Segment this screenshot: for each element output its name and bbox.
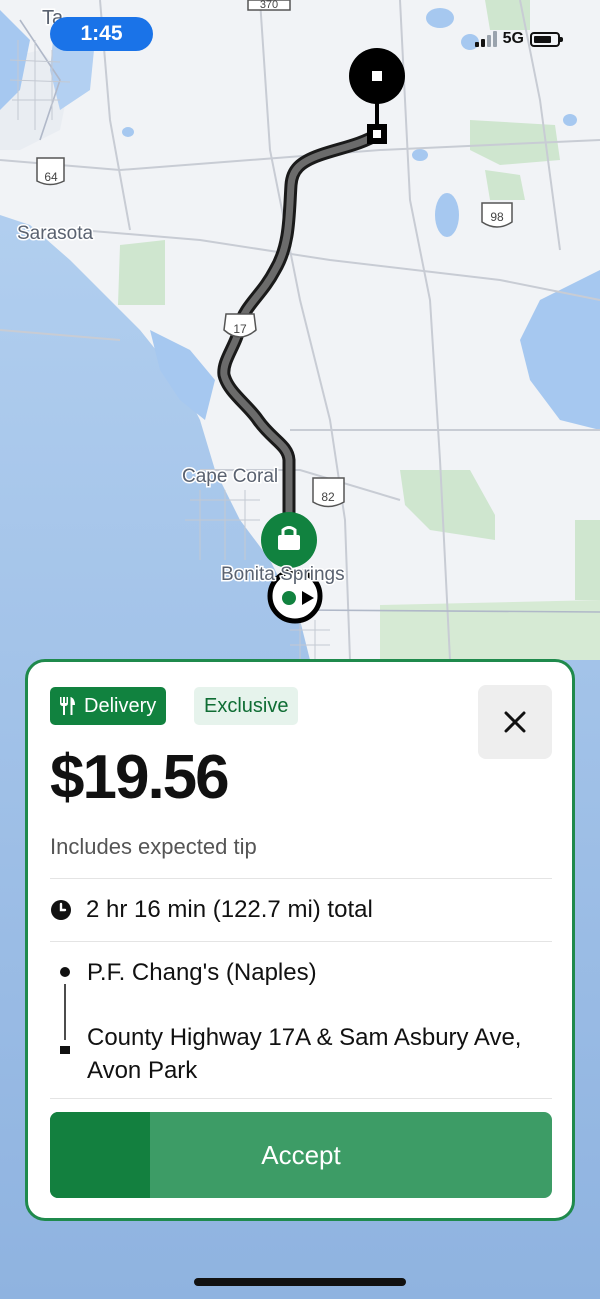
pickup-location: P.F. Chang's (Naples) bbox=[87, 959, 317, 986]
exclusive-tag: Exclusive bbox=[194, 687, 299, 725]
label-bonita-springs: Bonita Springs bbox=[221, 564, 345, 585]
divider bbox=[50, 941, 552, 942]
offer-card: Delivery Exclusive $19.56 Includes expec… bbox=[25, 659, 575, 1221]
shield-sr98-label: 98 bbox=[490, 210, 504, 224]
shield-sr98: 98 bbox=[481, 202, 513, 228]
shield-us17-label: 17 bbox=[233, 322, 247, 336]
delivery-tag: Delivery bbox=[50, 687, 167, 725]
battery-icon bbox=[530, 31, 563, 47]
clock-icon bbox=[51, 900, 71, 920]
status-bar: 1:45 5G bbox=[0, 0, 600, 70]
shield-sr64-label: 64 bbox=[44, 170, 58, 184]
tip-note: Includes expected tip bbox=[50, 834, 257, 859]
home-indicator[interactable] bbox=[194, 1278, 406, 1286]
route-stops-icon bbox=[60, 967, 70, 1054]
duration-text: 2 hr 16 min (122.7 mi) total bbox=[86, 896, 373, 923]
shield-us17: 17 bbox=[223, 313, 257, 338]
accept-button[interactable]: Accept bbox=[50, 1112, 552, 1198]
offer-price: $19.56 bbox=[50, 743, 230, 812]
label-sarasota: Sarasota bbox=[17, 223, 93, 244]
accept-label: Accept bbox=[261, 1139, 341, 1170]
shield-sr82: 82 bbox=[312, 477, 345, 508]
dropoff-location: County Highway 17A & Sam Asbury Ave, Avo… bbox=[87, 1024, 522, 1084]
status-time[interactable]: 1:45 bbox=[50, 17, 153, 51]
network-label: 5G bbox=[502, 30, 524, 47]
label-cape-coral: Cape Coral bbox=[182, 466, 278, 487]
shield-sr82-label: 82 bbox=[321, 490, 335, 504]
shield-sr64: 64 bbox=[36, 157, 65, 186]
duration-row: 2 hr 16 min (122.7 mi) total bbox=[50, 896, 373, 924]
signal-icon bbox=[474, 31, 497, 47]
delivery-tag-label: Delivery bbox=[84, 694, 157, 717]
exclusive-tag-label: Exclusive bbox=[204, 694, 289, 717]
divider bbox=[50, 878, 552, 879]
close-icon bbox=[504, 711, 526, 733]
utensils-icon bbox=[60, 697, 75, 715]
divider bbox=[50, 1098, 552, 1099]
status-icons: 5G bbox=[474, 28, 563, 50]
close-button[interactable] bbox=[478, 685, 552, 759]
